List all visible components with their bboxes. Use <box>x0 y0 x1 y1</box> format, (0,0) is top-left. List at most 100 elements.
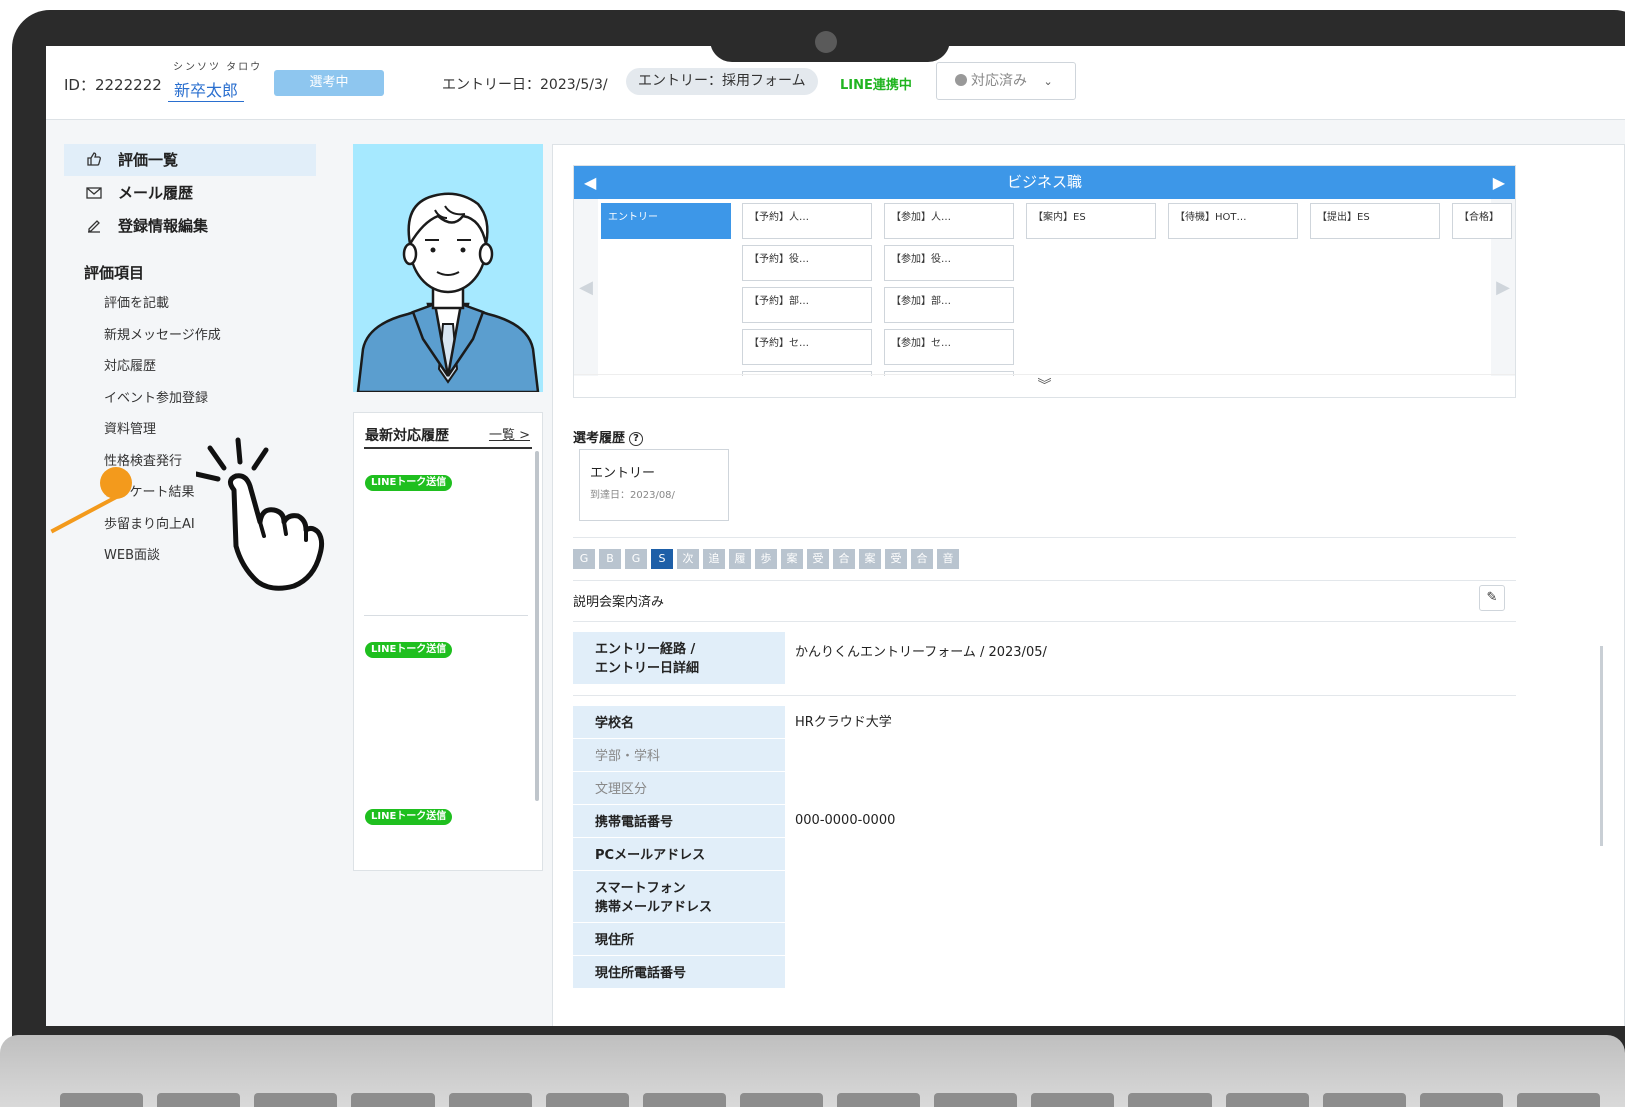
laptop-keys <box>60 1093 1600 1107</box>
pipeline-prev-button[interactable]: ◀ <box>584 166 596 199</box>
sidebar-link-write-evaluation[interactable]: 評価を記載 <box>104 292 169 311</box>
divider <box>573 537 1516 538</box>
help-icon[interactable]: ? <box>629 432 644 446</box>
latest-history-panel: 最新対応履歴 一覧 > LINEトーク送信 LINEトーク送信 LINEトーク送… <box>353 412 543 871</box>
stage-card[interactable]: 【参加】セ… <box>884 329 1014 365</box>
stage-entry[interactable]: エントリー <box>601 203 731 239</box>
stage-card[interactable]: 【予約】部… <box>742 287 872 323</box>
latest-history-list-link[interactable]: 一覧 > <box>489 424 530 443</box>
status-tag[interactable]: 受 <box>885 549 907 569</box>
sidebar-link-event-registration[interactable]: イベント参加登録 <box>104 387 208 406</box>
entry-route-badge: エントリー：採用フォーム <box>626 68 818 95</box>
history-card[interactable]: エントリー 到達日：2023/08/ <box>579 449 729 521</box>
sidebar-link-response-history[interactable]: 対応履歴 <box>104 355 156 374</box>
sidebar-link-yield-ai[interactable]: 歩留まり向上AI <box>104 513 195 532</box>
stage-card[interactable]: 【提出】ES <box>1310 203 1440 239</box>
pencil-icon <box>84 210 104 242</box>
stage-card[interactable]: 【参加】人… <box>884 203 1014 239</box>
pipeline-expand-icon[interactable]: ︾ <box>574 374 1515 397</box>
status-tag[interactable]: 次 <box>677 549 699 569</box>
evaluation-section-title: 評価項目 <box>84 264 145 282</box>
status-tag[interactable]: 追 <box>703 549 725 569</box>
sidebar-item-label: 評価一覧 <box>118 151 179 169</box>
status-tag[interactable]: 履 <box>729 549 751 569</box>
history-card-title: エントリー <box>590 466 656 481</box>
status-note: 説明会案内済み <box>573 595 665 610</box>
address-phone-label: 現住所電話番号 <box>573 956 785 989</box>
sidebar-item-evaluation-list[interactable]: 評価一覧 <box>64 144 316 176</box>
latest-history-title: 最新対応履歴 <box>365 428 449 444</box>
status-tag[interactable]: 合 <box>911 549 933 569</box>
faculty-label: 学部・学科 <box>573 739 785 772</box>
avatar <box>356 192 540 392</box>
stage-card[interactable]: 【参加】役… <box>884 245 1014 281</box>
app-screen: ID：2222222 シンソツ タロウ 新卒太郎 選考中 エントリー日：2023… <box>46 46 1625 1026</box>
stage-card[interactable]: 【予約】セ… <box>742 329 872 365</box>
line-talk-badge: LINEトーク送信 <box>365 475 453 491</box>
camera-icon <box>815 31 837 53</box>
mail-icon <box>84 177 104 209</box>
school-value: HRクラウド大学 <box>795 715 892 730</box>
status-tag-active[interactable]: S <box>651 549 673 569</box>
main-scrollbar[interactable] <box>1600 646 1603 846</box>
status-tag[interactable]: G <box>625 549 647 569</box>
applicant-detail-panel: ◀ ビジネス職 ▶ ◀ ▶ エントリー 【予約】人… 【参加】人… 【案内】ES… <box>552 144 1625 1026</box>
entry-route-label-line2: エントリー日詳細 <box>595 661 700 676</box>
address-label: 現住所 <box>573 923 785 956</box>
sidebar-link-document-management[interactable]: 資料管理 <box>104 418 156 437</box>
applicant-photo <box>353 144 543 392</box>
entry-date: エントリー日：2023/5/3/ <box>442 77 608 93</box>
pipeline-header: ◀ ビジネス職 ▶ <box>574 166 1515 199</box>
applicant-kana: シンソツ タロウ <box>173 62 263 73</box>
smartphone-email-label-line2: 携帯メールアドレス <box>595 900 713 915</box>
entry-route-label: エントリー経路 / エントリー日詳細 <box>573 632 785 685</box>
applicant-id: ID：2222222 <box>64 76 162 94</box>
divider <box>364 615 528 616</box>
sidebar-item-label: メール履歴 <box>118 184 194 202</box>
response-status-select[interactable]: 対応済み ⌄ <box>936 62 1076 100</box>
status-tag[interactable]: B <box>599 549 621 569</box>
divider <box>573 695 1516 696</box>
sidebar-link-web-interview[interactable]: WEB面談 <box>104 544 160 563</box>
pipeline-stages: ◀ ▶ エントリー 【予約】人… 【参加】人… 【案内】ES 【待機】HOT… … <box>574 199 1515 376</box>
status-tag[interactable]: 歩 <box>755 549 777 569</box>
smartphone-email-label: スマートフォン 携帯メールアドレス <box>573 871 785 923</box>
response-status-value: 対応済み <box>971 73 1027 89</box>
stage-card[interactable]: 【参加】部… <box>884 287 1014 323</box>
sidebar-link-new-message[interactable]: 新規メッセージ作成 <box>104 324 221 343</box>
status-tag[interactable]: 受 <box>807 549 829 569</box>
stage-card[interactable]: 【予約】人… <box>742 203 872 239</box>
entry-route-value: かんりくんエントリーフォーム / 2023/05/ <box>795 645 1047 660</box>
line-talk-badge: LINEトーク送信 <box>365 642 453 658</box>
pipeline-next-button[interactable]: ▶ <box>1493 166 1505 199</box>
status-tag[interactable]: 案 <box>781 549 803 569</box>
selection-history-label: 選考履歴 <box>573 431 626 446</box>
mobile-phone-label: 携帯電話番号 <box>573 805 785 838</box>
status-tag[interactable]: 合 <box>833 549 855 569</box>
status-tag[interactable]: G <box>573 549 595 569</box>
pencil-icon: ✎ <box>1486 590 1498 605</box>
divider <box>573 621 1516 622</box>
line-status: LINE連携中 <box>840 78 912 93</box>
pointer-dot-icon <box>100 467 132 499</box>
sidebar-item-label: 登録情報編集 <box>118 217 209 235</box>
sidebar-item-edit-registration[interactable]: 登録情報編集 <box>64 210 316 242</box>
stage-card[interactable]: 【案内】ES <box>1026 203 1156 239</box>
edit-button[interactable]: ✎ <box>1479 585 1505 611</box>
entry-route-label-line1: エントリー経路 / <box>595 642 696 657</box>
pipeline-scroll-left-icon[interactable]: ◀ <box>574 199 598 376</box>
stage-card[interactable]: 【待機】HOT… <box>1168 203 1298 239</box>
chevron-down-icon: ⌄ <box>1043 75 1053 88</box>
status-tag[interactable]: 案 <box>859 549 881 569</box>
applicant-name-link[interactable]: 新卒太郎 <box>168 77 245 102</box>
history-card-date: 到達日：2023/08/ <box>590 490 675 501</box>
mobile-phone-value: 000-0000-0000 <box>795 813 896 828</box>
status-tag[interactable]: 音 <box>937 549 959 569</box>
sidebar-item-mail-history[interactable]: メール履歴 <box>64 177 316 209</box>
latest-history-scrollbar[interactable] <box>535 451 539 801</box>
stage-card[interactable]: 【合格】 <box>1452 203 1512 239</box>
stage-card[interactable]: 【予約】役… <box>742 245 872 281</box>
divider <box>364 447 532 449</box>
pipeline-title: ビジネス職 <box>1006 173 1082 191</box>
status-tags: G B G S 次 追 履 歩 案 受 合 案 受 合 音 <box>573 549 959 569</box>
